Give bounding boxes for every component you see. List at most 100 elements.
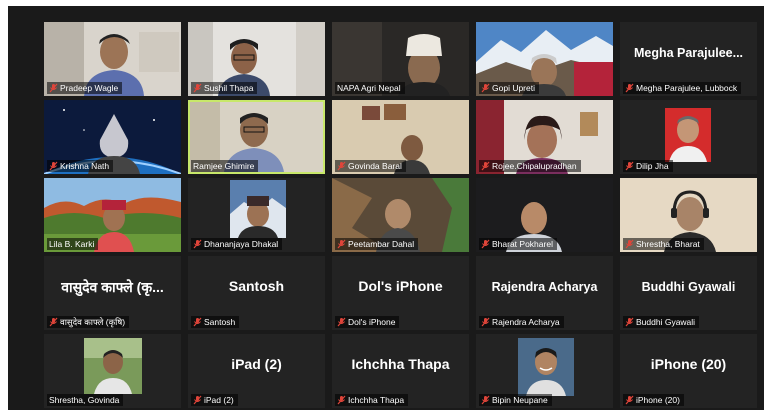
participant-tile[interactable]: Govinda Baral xyxy=(332,100,469,174)
participant-display-name: iPhone (20) xyxy=(650,356,727,372)
mic-muted-icon xyxy=(193,317,202,327)
mic-muted-icon xyxy=(625,239,634,249)
mic-muted-icon xyxy=(193,83,202,93)
participant-tile[interactable]: Shrestha, Bharat xyxy=(620,178,757,252)
participant-name-tag: Santosh xyxy=(191,316,240,328)
participant-name-tag: iPad (2) xyxy=(191,394,238,406)
participant-tile[interactable]: Buddhi Gyawali Buddhi Gyawali xyxy=(620,256,757,330)
participant-name: iPad (2) xyxy=(204,395,234,405)
participant-name-tag: iPhone (20) xyxy=(623,394,684,406)
participant-name: Rojee.Chipalupradhan xyxy=(492,161,577,171)
participant-name: Buddhi Gyawali xyxy=(636,317,696,327)
participant-tile[interactable]: Dhananjaya Dhakal xyxy=(188,178,325,252)
mic-muted-icon xyxy=(481,83,490,93)
participant-tile[interactable]: iPad (2) iPad (2) xyxy=(188,334,325,408)
participant-name-tag: Sushil Thapa xyxy=(191,82,258,94)
mic-muted-icon xyxy=(49,317,58,327)
participant-name: Lila B. Karki xyxy=(49,239,95,249)
participant-name: Bharat Pokharel xyxy=(492,239,553,249)
participant-tile[interactable]: Rajendra Acharya Rajendra Acharya xyxy=(476,256,613,330)
participant-tile[interactable]: Dilip Jha xyxy=(620,100,757,174)
mic-muted-icon xyxy=(625,395,634,405)
participant-tile-active-speaker[interactable]: Ramjee Ghimire xyxy=(188,100,325,174)
participant-name-tag: Ramjee Ghimire xyxy=(191,160,259,172)
participant-name-tag: Lila B. Karki xyxy=(47,238,99,250)
participant-name-tag: Dilip Jha xyxy=(623,160,673,172)
mic-muted-icon xyxy=(337,161,346,171)
participant-display-name: Megha Parajulee... xyxy=(633,46,744,60)
participant-name: Megha Parajulee, Lubbock xyxy=(636,83,738,93)
participant-tile[interactable]: Peetambar Dahal xyxy=(332,178,469,252)
participant-tile[interactable]: Pradeep Wagle xyxy=(44,22,181,96)
participant-tile[interactable]: Santosh Santosh xyxy=(188,256,325,330)
participant-name: Dol's iPhone xyxy=(348,317,396,327)
participant-name: Ramjee Ghimire xyxy=(193,161,255,171)
participant-name: Dhananjaya Dhakal xyxy=(204,239,279,249)
participant-name-tag: Rajendra Acharya xyxy=(479,316,564,328)
participant-tile[interactable]: iPhone (20) iPhone (20) xyxy=(620,334,757,408)
participant-name-tag: Shrestha, Bharat xyxy=(623,238,704,250)
participant-profile-photo xyxy=(84,338,142,394)
participant-name: Krishna Nath xyxy=(60,161,110,171)
participant-name: वासुदेव काफ्ले (कृषि) xyxy=(60,317,126,327)
participant-tile[interactable]: Lila B. Karki xyxy=(44,178,181,252)
mic-muted-icon xyxy=(481,161,490,171)
participant-profile-photo xyxy=(518,338,574,396)
participant-name: Ichchha Thapa xyxy=(348,395,405,405)
participant-name-tag: Bharat Pokharel xyxy=(479,238,557,250)
participant-name: NAPA Agri Nepal xyxy=(337,83,401,93)
participant-display-name: Dol's iPhone xyxy=(358,278,443,294)
participant-name-tag: Krishna Nath xyxy=(47,160,114,172)
mic-muted-icon xyxy=(481,395,490,405)
participant-name-tag: वासुदेव काफ्ले (कृषि) xyxy=(47,316,130,328)
participant-tile[interactable]: Rojee.Chipalupradhan xyxy=(476,100,613,174)
participant-name-tag: Shrestha, Govinda xyxy=(47,394,124,406)
participant-name-tag: NAPA Agri Nepal xyxy=(335,82,405,94)
participant-name: Shrestha, Govinda xyxy=(49,395,120,405)
participant-name-tag: Gopi Upreti xyxy=(479,82,539,94)
mic-muted-icon xyxy=(625,317,634,327)
participant-profile-photo xyxy=(230,180,286,238)
mic-muted-icon xyxy=(49,161,58,171)
participant-profile-photo xyxy=(665,108,711,162)
participant-tile[interactable]: Sushil Thapa xyxy=(188,22,325,96)
mic-muted-icon xyxy=(337,395,346,405)
mic-muted-icon xyxy=(193,239,202,249)
participant-name-tag: Dhananjaya Dhakal xyxy=(191,238,283,250)
participant-name: Pradeep Wagle xyxy=(60,83,119,93)
participant-name: Gopi Upreti xyxy=(492,83,535,93)
participant-tile[interactable]: Gopi Upreti xyxy=(476,22,613,96)
participant-tile[interactable]: Megha Parajulee... Megha Parajulee, Lubb… xyxy=(620,22,757,96)
participant-tile[interactable]: Shrestha, Govinda xyxy=(44,334,181,408)
participant-name: Shrestha, Bharat xyxy=(636,239,700,249)
mic-muted-icon xyxy=(193,395,202,405)
participant-name: Santosh xyxy=(204,317,236,327)
participant-tile[interactable]: Ichchha Thapa Ichchha Thapa xyxy=(332,334,469,408)
participant-name-tag: Peetambar Dahal xyxy=(335,238,419,250)
mic-muted-icon xyxy=(337,317,346,327)
video-grid: Pradeep Wagle Sushil Thapa NAPA Agri Nep… xyxy=(8,6,764,410)
mic-muted-icon xyxy=(481,239,490,249)
participant-display-name: Rajendra Acharya xyxy=(491,280,598,294)
participant-name: Govinda Baral xyxy=(348,161,402,171)
mic-muted-icon xyxy=(625,83,634,93)
participant-tile[interactable]: NAPA Agri Nepal xyxy=(332,22,469,96)
participant-tile[interactable]: Dol's iPhone Dol's iPhone xyxy=(332,256,469,330)
participant-display-name: वासुदेव काफ्ले (कृ... xyxy=(61,279,164,295)
participant-name-tag: Rojee.Chipalupradhan xyxy=(479,160,581,172)
participant-name-tag: Buddhi Gyawali xyxy=(623,316,700,328)
participant-name-tag: Pradeep Wagle xyxy=(47,82,123,94)
participant-tile[interactable]: वासुदेव काफ्ले (कृ... वासुदेव काफ्ले (कृ… xyxy=(44,256,181,330)
participant-name: Sushil Thapa xyxy=(204,83,254,93)
mic-muted-icon xyxy=(481,317,490,327)
participant-tile[interactable]: Bharat Pokharel xyxy=(476,178,613,252)
mic-muted-icon xyxy=(337,239,346,249)
participant-name: Bipin Neupane xyxy=(492,395,548,405)
participant-name: Dilip Jha xyxy=(636,161,669,171)
participant-name-tag: Ichchha Thapa xyxy=(335,394,409,406)
participant-name: Peetambar Dahal xyxy=(348,239,415,249)
participant-tile[interactable]: Krishna Nath xyxy=(44,100,181,174)
participant-tile[interactable]: Bipin Neupane xyxy=(476,334,613,408)
participant-name: Rajendra Acharya xyxy=(492,317,560,327)
participant-name-tag: Bipin Neupane xyxy=(479,394,552,406)
